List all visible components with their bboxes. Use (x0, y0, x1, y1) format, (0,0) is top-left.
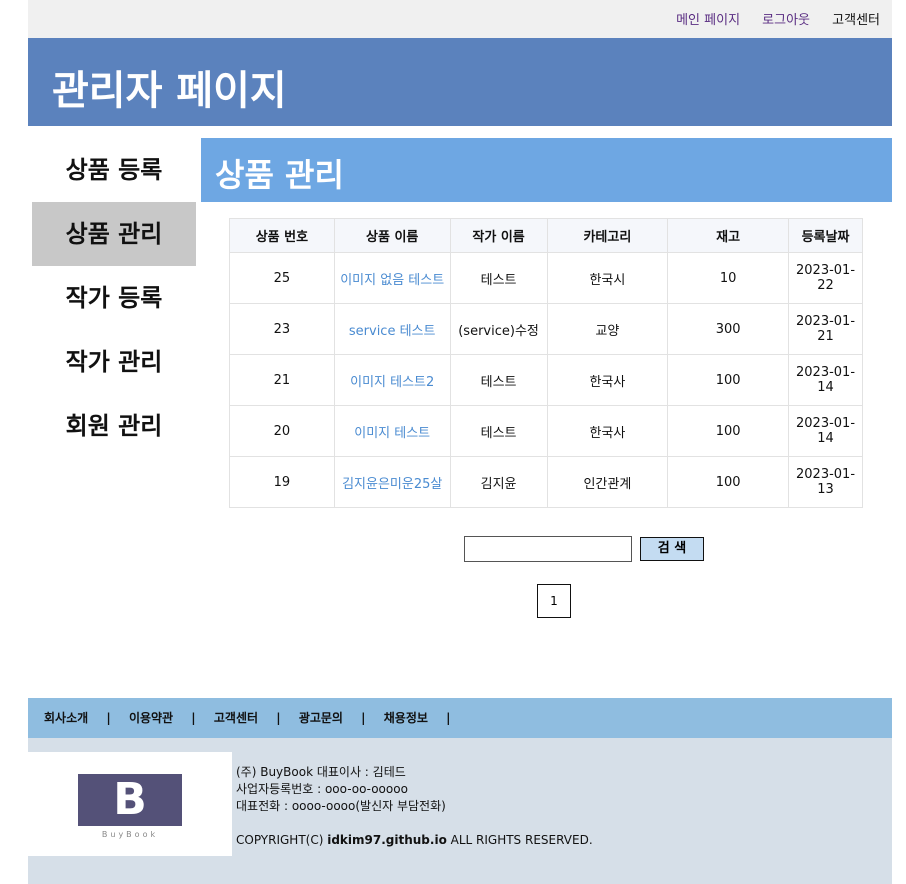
product-name-link[interactable]: 이미지 테스트 (333, 405, 451, 457)
customer-center-link[interactable]: 고객센터 (832, 13, 880, 28)
phone-number: 대표전화 : oooo-oooo(발신자 부담전화) (236, 799, 446, 813)
sidebar-item-author-manage[interactable]: 작가 관리 (32, 330, 196, 394)
cell-author: 테스트 (449, 252, 548, 304)
sidebar-item-product-manage[interactable]: 상품 관리 (32, 202, 196, 266)
table-row: 20 이미지 테스트 테스트 한국사 100 2023-01-14 (229, 405, 863, 457)
footer-nav: 회사소개 | 이용약관 | 고객센터 | 광고문의 | 채용정보 | (28, 698, 892, 738)
table-row: 21 이미지 테스트2 테스트 한국사 100 2023-01-14 (229, 354, 863, 406)
cell-stock: 300 (667, 303, 790, 355)
cell-stock: 100 (667, 456, 790, 508)
col-header-name: 상품 이름 (333, 218, 451, 253)
cell-stock: 10 (667, 252, 790, 304)
product-name-link[interactable]: 이미지 없음 테스트 (333, 252, 451, 304)
footer-link-customer-center[interactable]: 고객센터 (214, 711, 258, 725)
content-title-bar: 상품 관리 (201, 138, 892, 202)
side-nav: 상품 등록 상품 관리 작가 등록 작가 관리 회원 관리 (32, 138, 196, 458)
logo-letter: B (78, 774, 182, 826)
copyright-prefix: COPYRIGHT(C) (236, 833, 328, 847)
business-number: 사업자등록번호 : ooo-oo-ooooo (236, 782, 408, 796)
product-name-link[interactable]: service 테스트 (333, 303, 451, 355)
table-header-row: 상품 번호 상품 이름 작가 이름 카테고리 재고 등록날짜 (229, 218, 863, 253)
cell-date: 2023-01-14 (788, 354, 863, 406)
cell-category: 교양 (546, 303, 669, 355)
cell-date: 2023-01-22 (788, 252, 863, 304)
table-row: 25 이미지 없음 테스트 테스트 한국시 10 2023-01-22 (229, 252, 863, 304)
sidebar-item-product-register[interactable]: 상품 등록 (32, 138, 196, 202)
footer-link-careers[interactable]: 채용정보 (384, 711, 428, 725)
col-header-id: 상품 번호 (229, 218, 335, 253)
sidebar-item-author-register[interactable]: 작가 등록 (32, 266, 196, 330)
product-table: 상품 번호 상품 이름 작가 이름 카테고리 재고 등록날짜 25 이미지 없음… (229, 218, 863, 508)
footer-separator: | (191, 711, 196, 725)
copyright: COPYRIGHT(C) idkim97.github.io ALL RIGHT… (236, 832, 593, 849)
footer-separator: | (276, 711, 281, 725)
product-name-link[interactable]: 이미지 테스트2 (333, 354, 451, 406)
cell-category: 한국시 (546, 252, 669, 304)
logo-text: BuyBook (101, 830, 159, 839)
footer-separator: | (361, 711, 366, 725)
cell-id: 21 (229, 354, 335, 406)
search-button[interactable]: 검 색 (640, 537, 704, 561)
cell-category: 인간관계 (546, 456, 669, 508)
cell-author: 테스트 (449, 405, 548, 457)
cell-date: 2023-01-21 (788, 303, 863, 355)
cell-stock: 100 (667, 405, 790, 457)
col-header-date: 등록날짜 (788, 218, 863, 253)
cell-stock: 100 (667, 354, 790, 406)
footer-link-company[interactable]: 회사소개 (44, 711, 88, 725)
footer-separator: | (446, 711, 451, 725)
table-row: 19 김지윤은미운25살 김지윤 인간관계 100 2023-01-13 (229, 456, 863, 508)
cell-id: 23 (229, 303, 335, 355)
cell-date: 2023-01-14 (788, 405, 863, 457)
table-row: 23 service 테스트 (service)수정 교양 300 2023-0… (229, 303, 863, 355)
footer-link-advertise[interactable]: 광고문의 (299, 711, 343, 725)
cell-author: 김지윤 (449, 456, 548, 508)
company-info: (주) BuyBook 대표이사 : 김테드 사업자등록번호 : ooo-oo-… (236, 764, 593, 849)
page-title: 관리자 페이지 (52, 68, 287, 114)
col-header-category: 카테고리 (546, 218, 669, 253)
top-bar: 메인 페이지 로그아웃 고객센터 (28, 0, 892, 38)
search-input[interactable] (464, 536, 632, 562)
cell-id: 25 (229, 252, 335, 304)
cell-id: 20 (229, 405, 335, 457)
cell-id: 19 (229, 456, 335, 508)
cell-author: (service)수정 (449, 303, 548, 355)
company-ceo: (주) BuyBook 대표이사 : 김테드 (236, 765, 406, 779)
product-name-link[interactable]: 김지윤은미운25살 (333, 456, 451, 508)
cell-date: 2023-01-13 (788, 456, 863, 508)
footer: B BuyBook (주) BuyBook 대표이사 : 김테드 사업자등록번호… (28, 738, 892, 884)
sidebar-item-member-manage[interactable]: 회원 관리 (32, 394, 196, 458)
cell-author: 테스트 (449, 354, 548, 406)
col-header-author: 작가 이름 (449, 218, 548, 253)
footer-separator: | (106, 711, 111, 725)
page-number-1[interactable]: 1 (537, 584, 571, 618)
col-header-stock: 재고 (667, 218, 790, 253)
admin-header: 관리자 페이지 (28, 38, 892, 126)
section-title: 상품 관리 (215, 156, 344, 194)
cell-category: 한국사 (546, 354, 669, 406)
top-links: 메인 페이지 로그아웃 고객센터 (658, 9, 880, 28)
logout-link[interactable]: 로그아웃 (762, 13, 810, 28)
main-page-link[interactable]: 메인 페이지 (676, 13, 740, 28)
copyright-suffix: ALL RIGHTS RESERVED. (446, 833, 593, 847)
copyright-site: idkim97.github.io (327, 833, 447, 847)
cell-category: 한국사 (546, 405, 669, 457)
buybook-logo: B BuyBook (28, 752, 232, 856)
footer-link-terms[interactable]: 이용약관 (129, 711, 173, 725)
